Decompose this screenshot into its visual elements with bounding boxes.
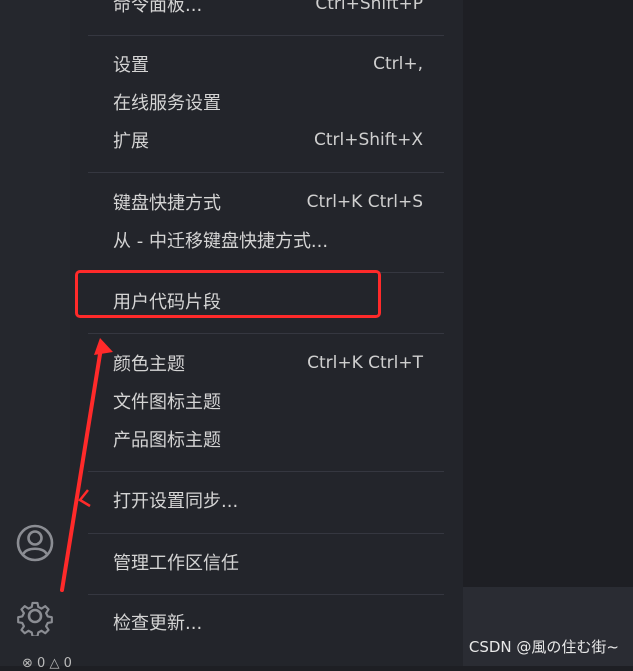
menu-item-shortcut: Ctrl+Shift+X bbox=[313, 130, 423, 150]
manage-menu: 命令面板... Ctrl+Shift+P 设置 Ctrl+, 在线服务设置 扩展… bbox=[70, 0, 463, 666]
menu-item-product-icon-theme[interactable]: 产品图标主题 bbox=[113, 422, 423, 456]
menu-item-label: 打开设置同步... bbox=[113, 491, 239, 512]
menu-item-label: 从 - 中迁移键盘快捷方式... bbox=[113, 231, 329, 252]
menu-item-label: 键盘快捷方式 bbox=[113, 193, 221, 214]
menu-item-color-theme[interactable]: 颜色主题 Ctrl+K Ctrl+T bbox=[113, 346, 423, 380]
menu-separator bbox=[88, 35, 444, 36]
menu-item-settings-sync[interactable]: 打开设置同步... bbox=[113, 483, 423, 517]
error-count: 0 bbox=[37, 656, 46, 671]
menu-separator bbox=[88, 471, 444, 472]
menu-item-shortcut: Ctrl+Shift+P bbox=[315, 0, 423, 14]
menu-item-shortcut: Ctrl+, bbox=[373, 54, 423, 74]
menu-item-online-services-settings[interactable]: 在线服务设置 bbox=[113, 85, 423, 119]
menu-item-check-for-updates[interactable]: 检查更新... bbox=[113, 605, 423, 639]
menu-separator bbox=[88, 172, 444, 173]
menu-separator bbox=[88, 594, 444, 595]
menu-item-label: 设置 bbox=[113, 55, 149, 76]
menu-item-extensions[interactable]: 扩展 Ctrl+Shift+X bbox=[113, 123, 423, 157]
menu-item-label: 扩展 bbox=[113, 131, 149, 152]
menu-item-settings[interactable]: 设置 Ctrl+, bbox=[113, 47, 423, 81]
menu-separator bbox=[88, 533, 444, 534]
menu-item-label: 产品图标主题 bbox=[113, 430, 221, 451]
menu-separator bbox=[88, 333, 444, 334]
menu-item-label: 检查更新... bbox=[113, 613, 203, 634]
error-icon: ⊗ bbox=[22, 656, 33, 671]
menu-item-command-palette[interactable]: 命令面板... Ctrl+Shift+P bbox=[113, 0, 423, 21]
warning-icon: △ bbox=[49, 656, 60, 671]
menu-item-migrate-keyboard-shortcuts[interactable]: 从 - 中迁移键盘快捷方式... bbox=[113, 223, 423, 257]
menu-item-shortcut: Ctrl+K Ctrl+T bbox=[307, 353, 423, 373]
menu-item-label: 颜色主题 bbox=[113, 354, 185, 375]
menu-item-shortcut: Ctrl+K Ctrl+S bbox=[306, 192, 423, 212]
account-icon[interactable] bbox=[15, 523, 55, 563]
menu-item-manage-workspace-trust[interactable]: 管理工作区信任 bbox=[113, 545, 423, 579]
menu-item-label: 管理工作区信任 bbox=[113, 553, 239, 574]
gear-icon[interactable] bbox=[15, 596, 55, 636]
menu-item-label: 在线服务设置 bbox=[113, 93, 221, 114]
menu-item-keyboard-shortcuts[interactable]: 键盘快捷方式 Ctrl+K Ctrl+S bbox=[113, 185, 423, 219]
menu-item-file-icon-theme[interactable]: 文件图标主题 bbox=[113, 384, 423, 418]
menu-item-label: 命令面板... bbox=[113, 0, 203, 16]
activity-bar bbox=[0, 0, 70, 666]
status-problems[interactable]: ⊗ 0 △ 0 bbox=[22, 656, 72, 671]
watermark: CSDN @風の住む街~ bbox=[468, 638, 619, 656]
menu-item-label: 文件图标主题 bbox=[113, 392, 221, 413]
annotation-highlight-box bbox=[75, 270, 381, 318]
warning-count: 0 bbox=[63, 656, 72, 671]
